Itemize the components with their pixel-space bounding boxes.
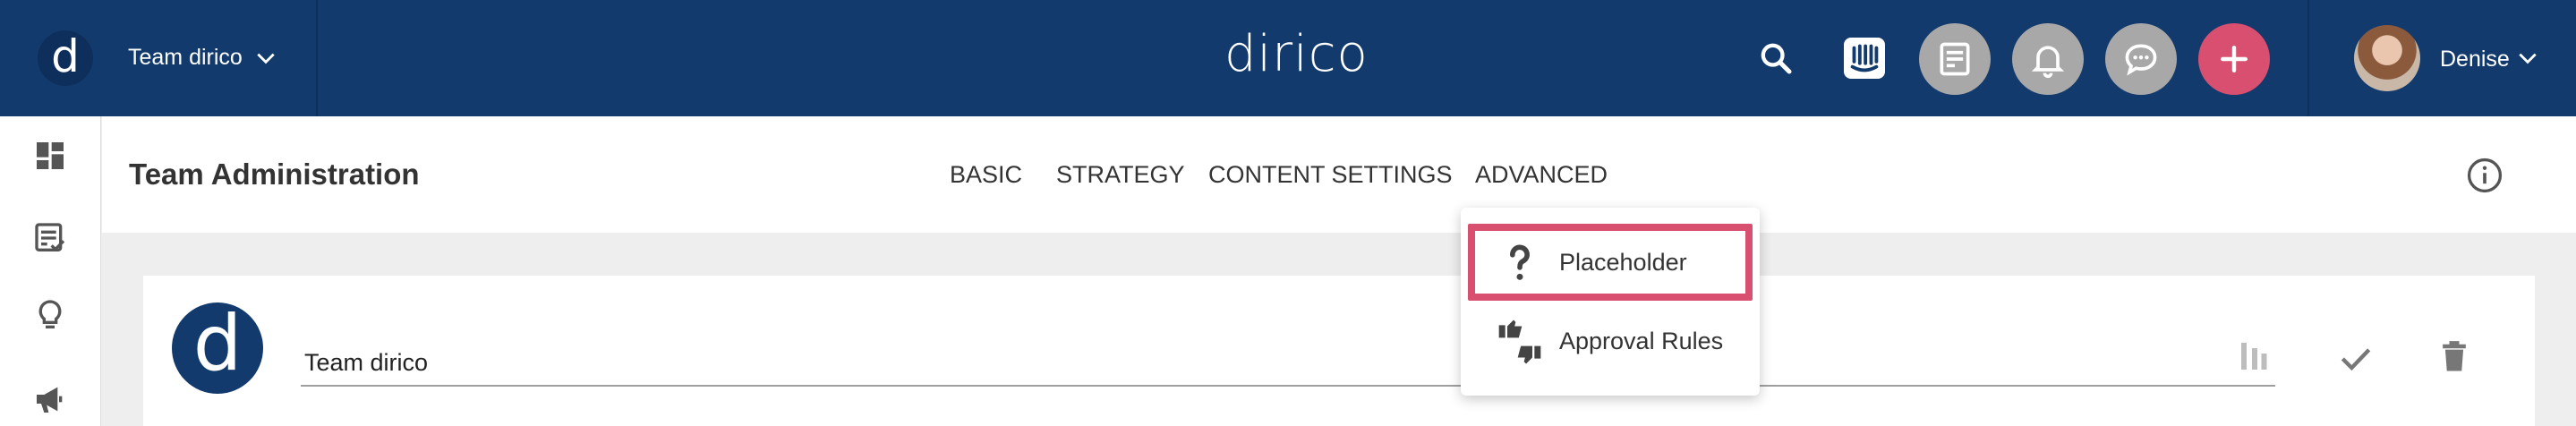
menu-item-placeholder[interactable]: Placeholder xyxy=(1468,224,1753,301)
intercom-icon[interactable] xyxy=(1844,38,1885,79)
info-icon[interactable] xyxy=(2465,156,2504,195)
team-name-field[interactable] xyxy=(301,340,2275,387)
team-logo[interactable]: d xyxy=(172,302,263,394)
messages-button[interactable] xyxy=(2105,23,2177,95)
tab-advanced[interactable]: ADVANCED xyxy=(1475,161,1608,189)
tab-strategy[interactable]: STRATEGY xyxy=(1056,161,1185,189)
question-mark-icon xyxy=(1510,244,1530,280)
dashboard-icon[interactable] xyxy=(32,138,68,174)
chevron-down-icon[interactable] xyxy=(254,47,277,70)
tab-basic[interactable]: BASIC xyxy=(950,161,1022,189)
admin-header: Team Administration BASIC STRATEGY CONTE… xyxy=(102,116,2576,233)
advanced-dropdown-menu: Placeholder Approval Rules xyxy=(1461,208,1760,396)
trash-icon[interactable] xyxy=(2435,337,2474,376)
notifications-button[interactable] xyxy=(2012,23,2084,95)
avatar[interactable] xyxy=(2354,25,2420,91)
posts-icon xyxy=(1940,42,1970,76)
check-icon[interactable] xyxy=(2336,338,2376,378)
team-name[interactable]: Team dirico xyxy=(128,45,243,71)
search-icon[interactable] xyxy=(1758,40,1794,76)
page-title: Team Administration xyxy=(129,158,420,191)
chat-icon xyxy=(2125,44,2157,76)
tab-content-settings[interactable]: CONTENT SETTINGS xyxy=(1208,161,1453,189)
user-menu[interactable]: Denise xyxy=(2307,0,2576,116)
bell-icon xyxy=(2031,46,2065,79)
add-button[interactable] xyxy=(2198,23,2270,95)
team-logo: d xyxy=(38,30,93,86)
add-icon xyxy=(2220,45,2248,73)
brand-logo: dirico xyxy=(1224,25,1369,83)
megaphone-icon[interactable] xyxy=(32,381,68,417)
chevron-down-icon[interactable] xyxy=(2515,47,2540,70)
left-sidebar xyxy=(0,116,101,426)
top-bar: d Team dirico dirico Denise xyxy=(0,0,2576,116)
lightbulb-icon[interactable] xyxy=(32,297,68,333)
user-name[interactable]: Denise xyxy=(2440,47,2510,72)
menu-item-label: Approval Rules xyxy=(1559,328,1724,354)
thumbs-up-down-icon xyxy=(1498,320,1541,364)
posts-button[interactable] xyxy=(1919,23,1991,95)
team-switcher[interactable]: d Team dirico xyxy=(0,0,318,116)
menu-item-approval-rules[interactable]: Approval Rules xyxy=(1468,304,1753,381)
field-options-icon[interactable] xyxy=(2241,340,2268,372)
posts-checklist-icon[interactable] xyxy=(32,220,68,256)
menu-item-label: Placeholder xyxy=(1559,249,1687,276)
team-card: d xyxy=(143,276,2535,426)
